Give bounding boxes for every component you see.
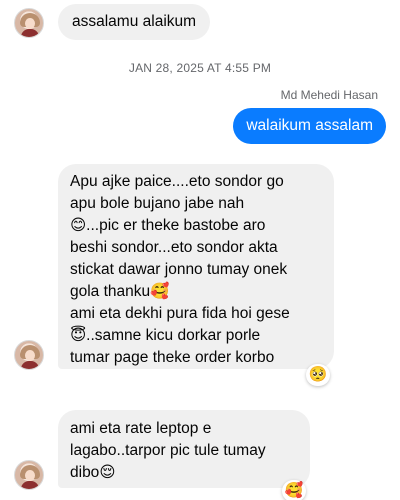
avatar-body xyxy=(21,361,39,369)
message-timestamp: JAN 28, 2025 AT 4:55 PM xyxy=(128,61,272,75)
message-bubble-outgoing[interactable]: walaikum assalam xyxy=(233,108,386,144)
avatar-body xyxy=(21,29,39,37)
sender-name: Md Mehedi Hasan xyxy=(280,88,378,102)
message-bubble-incoming[interactable]: ami eta rate leptop e lagabo..tarpor pic… xyxy=(58,410,310,488)
contact-avatar[interactable] xyxy=(14,460,44,490)
smiling-face-with-hearts-icon: 🥰 xyxy=(284,482,304,499)
avatar-face xyxy=(25,470,35,481)
message-reaction[interactable]: 🥺 xyxy=(306,364,330,386)
message-bubble-incoming[interactable]: Apu ajke paice....eto sondor go apu bole… xyxy=(58,164,334,369)
contact-avatar[interactable] xyxy=(14,340,44,370)
avatar-face xyxy=(25,350,35,361)
message-reaction[interactable]: 🥰 xyxy=(282,480,306,500)
message-bubble-incoming[interactable]: assalamu alaikum xyxy=(58,4,211,40)
pleading-face-icon: 🥺 xyxy=(308,366,328,383)
contact-avatar[interactable] xyxy=(14,8,44,38)
avatar-face xyxy=(25,18,35,29)
avatar-body xyxy=(21,481,39,489)
